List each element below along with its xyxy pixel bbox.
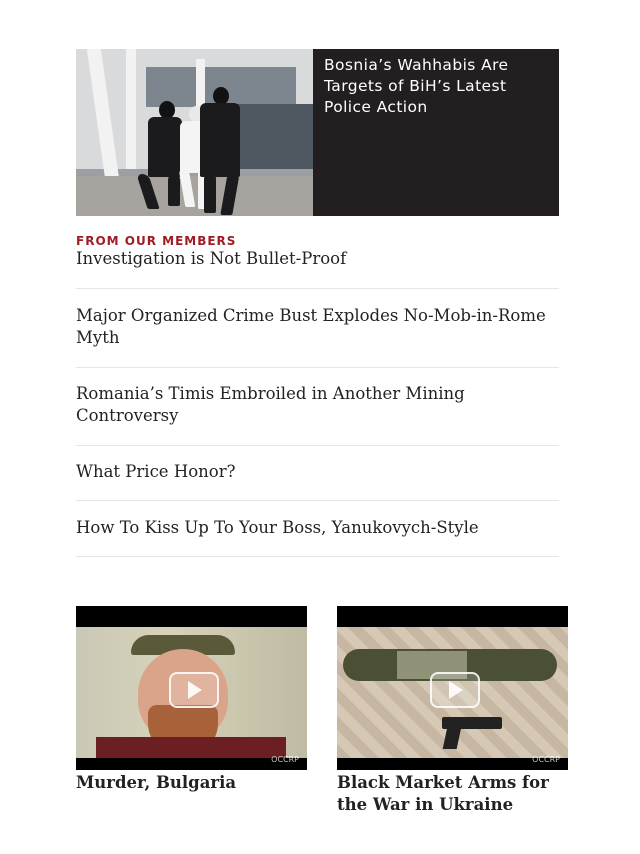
list-item[interactable]: Investigation is Not Bullet-Proof (76, 248, 559, 289)
officer-leg (204, 173, 216, 213)
video-title[interactable]: Black Market Arms for the War in Ukraine (337, 772, 568, 816)
video-thumbnail[interactable]: OCCRP (76, 606, 307, 770)
article-link[interactable]: How To Kiss Up To Your Boss, Yanukovych-… (76, 517, 559, 539)
featured-story[interactable]: Bosnia’s Wahhabis Are Targets of BiH’s L… (76, 49, 559, 216)
ground-shape (76, 176, 313, 216)
list-item[interactable]: How To Kiss Up To Your Boss, Yanukovych-… (76, 501, 559, 557)
watermark-text: OCCRP (271, 755, 299, 764)
shirt-shape (96, 737, 286, 758)
video-thumbnail[interactable]: OCCRP (337, 606, 568, 770)
officer-figure (148, 117, 182, 177)
pillar-shape (126, 49, 136, 169)
article-link[interactable]: What Price Honor? (76, 461, 559, 483)
officer-leg (168, 174, 180, 206)
play-icon[interactable] (429, 672, 480, 708)
article-link[interactable]: Romania’s Timis Embroiled in Another Min… (76, 383, 559, 427)
article-link[interactable]: Major Organized Crime Bust Explodes No-M… (76, 305, 559, 349)
article-link[interactable]: Investigation is Not Bullet-Proof (76, 248, 559, 270)
video-title[interactable]: Murder, Bulgaria (76, 772, 307, 794)
list-item[interactable]: Romania’s Timis Embroiled in Another Min… (76, 368, 559, 446)
list-item[interactable]: Major Organized Crime Bust Explodes No-M… (76, 289, 559, 368)
pistol-grip (442, 727, 462, 749)
video-card[interactable]: OCCRP Murder, Bulgaria (76, 606, 307, 794)
section-label: FROM OUR MEMBERS (76, 234, 237, 248)
list-item[interactable]: What Price Honor? (76, 446, 559, 501)
featured-image[interactable] (76, 49, 313, 216)
play-icon[interactable] (168, 672, 219, 708)
video-card[interactable]: OCCRP Black Market Arms for the War in U… (337, 606, 568, 816)
member-article-list: Investigation is Not Bullet-Proof Major … (76, 248, 559, 557)
watermark-text: OCCRP (532, 755, 560, 764)
featured-title[interactable]: Bosnia’s Wahhabis Are Targets of BiH’s L… (313, 49, 559, 216)
officer-figure (200, 103, 240, 177)
